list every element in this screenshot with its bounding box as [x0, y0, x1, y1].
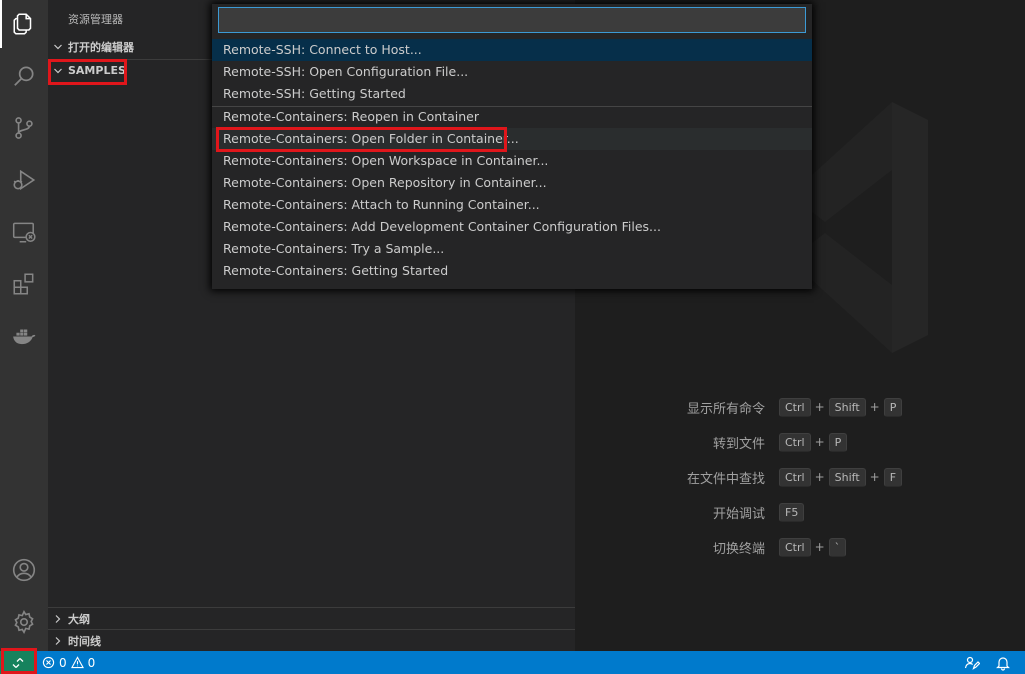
section-label: 打开的编辑器: [68, 41, 134, 54]
command-palette-input[interactable]: [218, 7, 806, 33]
section-timeline[interactable]: 时间线: [48, 629, 575, 651]
palette-item[interactable]: Remote-Containers: Attach to Running Con…: [212, 194, 812, 216]
search-icon[interactable]: [0, 52, 48, 100]
gear-icon[interactable]: [0, 598, 48, 646]
keycap: Ctrl: [779, 397, 811, 417]
remote-explorer-icon[interactable]: [0, 208, 48, 256]
shortcut-find-in-files: 在文件中查找 Ctrl + Shift + F: [575, 465, 1025, 489]
chevron-down-icon: [50, 39, 66, 55]
keycap: `: [828, 537, 847, 557]
highlight-box: [48, 59, 127, 85]
keycap: P: [828, 432, 848, 452]
shortcut-toggle-terminal: 切换终端 Ctrl + `: [575, 535, 1025, 559]
chevron-right-icon: [50, 633, 66, 649]
command-palette: Remote-SSH: Connect to Host... Remote-SS…: [212, 4, 812, 289]
keycap: Shift: [828, 397, 866, 417]
activity-bar: [0, 0, 48, 651]
palette-item[interactable]: Remote-Containers: Add Development Conta…: [212, 216, 812, 238]
keycap: Ctrl: [779, 432, 811, 452]
palette-item[interactable]: Remote-Containers: Open Workspace in Con…: [212, 150, 812, 172]
bell-icon[interactable]: [995, 655, 1011, 671]
problems-status[interactable]: 0 0: [42, 651, 95, 674]
palette-item[interactable]: Remote-SSH: Getting Started: [212, 83, 812, 105]
palette-item[interactable]: Remote-Containers: Try a Sample...: [212, 238, 812, 260]
highlight-box: [1, 648, 37, 674]
highlight-box: [216, 127, 507, 152]
error-icon: [42, 656, 55, 669]
extensions-icon[interactable]: [0, 260, 48, 308]
feedback-icon[interactable]: [964, 655, 980, 671]
keycap: Ctrl: [779, 537, 811, 557]
docker-icon[interactable]: [0, 312, 48, 360]
shortcut-show-all-commands: 显示所有命令 Ctrl + Shift + P: [575, 395, 1025, 419]
palette-item[interactable]: Remote-SSH: Connect to Host...: [212, 39, 812, 61]
chevron-right-icon: [50, 611, 66, 627]
warning-icon: [70, 656, 84, 669]
palette-item[interactable]: Remote-Containers: Open Repository in Co…: [212, 172, 812, 194]
keycap: F5: [779, 502, 805, 522]
palette-item[interactable]: Remote-Containers: Getting Started: [212, 260, 812, 282]
keycap: F: [883, 467, 903, 487]
account-icon[interactable]: [0, 546, 48, 594]
palette-item[interactable]: Remote-Containers: Reopen in Container: [212, 106, 812, 128]
status-bar: 0 0: [0, 648, 1025, 674]
source-control-icon[interactable]: [0, 104, 48, 152]
keycap: P: [883, 397, 903, 417]
section-label: 大纲: [68, 612, 90, 626]
error-count: 0: [59, 655, 67, 670]
shortcut-go-to-file: 转到文件 Ctrl + P: [575, 430, 1025, 454]
warning-count: 0: [87, 655, 96, 670]
shortcut-start-debugging: 开始调试 F5: [575, 500, 1025, 524]
palette-item[interactable]: Remote-SSH: Open Configuration File...: [212, 61, 812, 83]
keycap: Ctrl: [779, 467, 811, 487]
section-outline[interactable]: 大纲: [48, 607, 575, 629]
explorer-icon[interactable]: [0, 0, 48, 48]
section-label: 时间线: [68, 634, 101, 648]
keycap: Shift: [828, 467, 866, 487]
run-debug-icon[interactable]: [0, 156, 48, 204]
sidebar-title: 资源管理器: [68, 13, 123, 26]
